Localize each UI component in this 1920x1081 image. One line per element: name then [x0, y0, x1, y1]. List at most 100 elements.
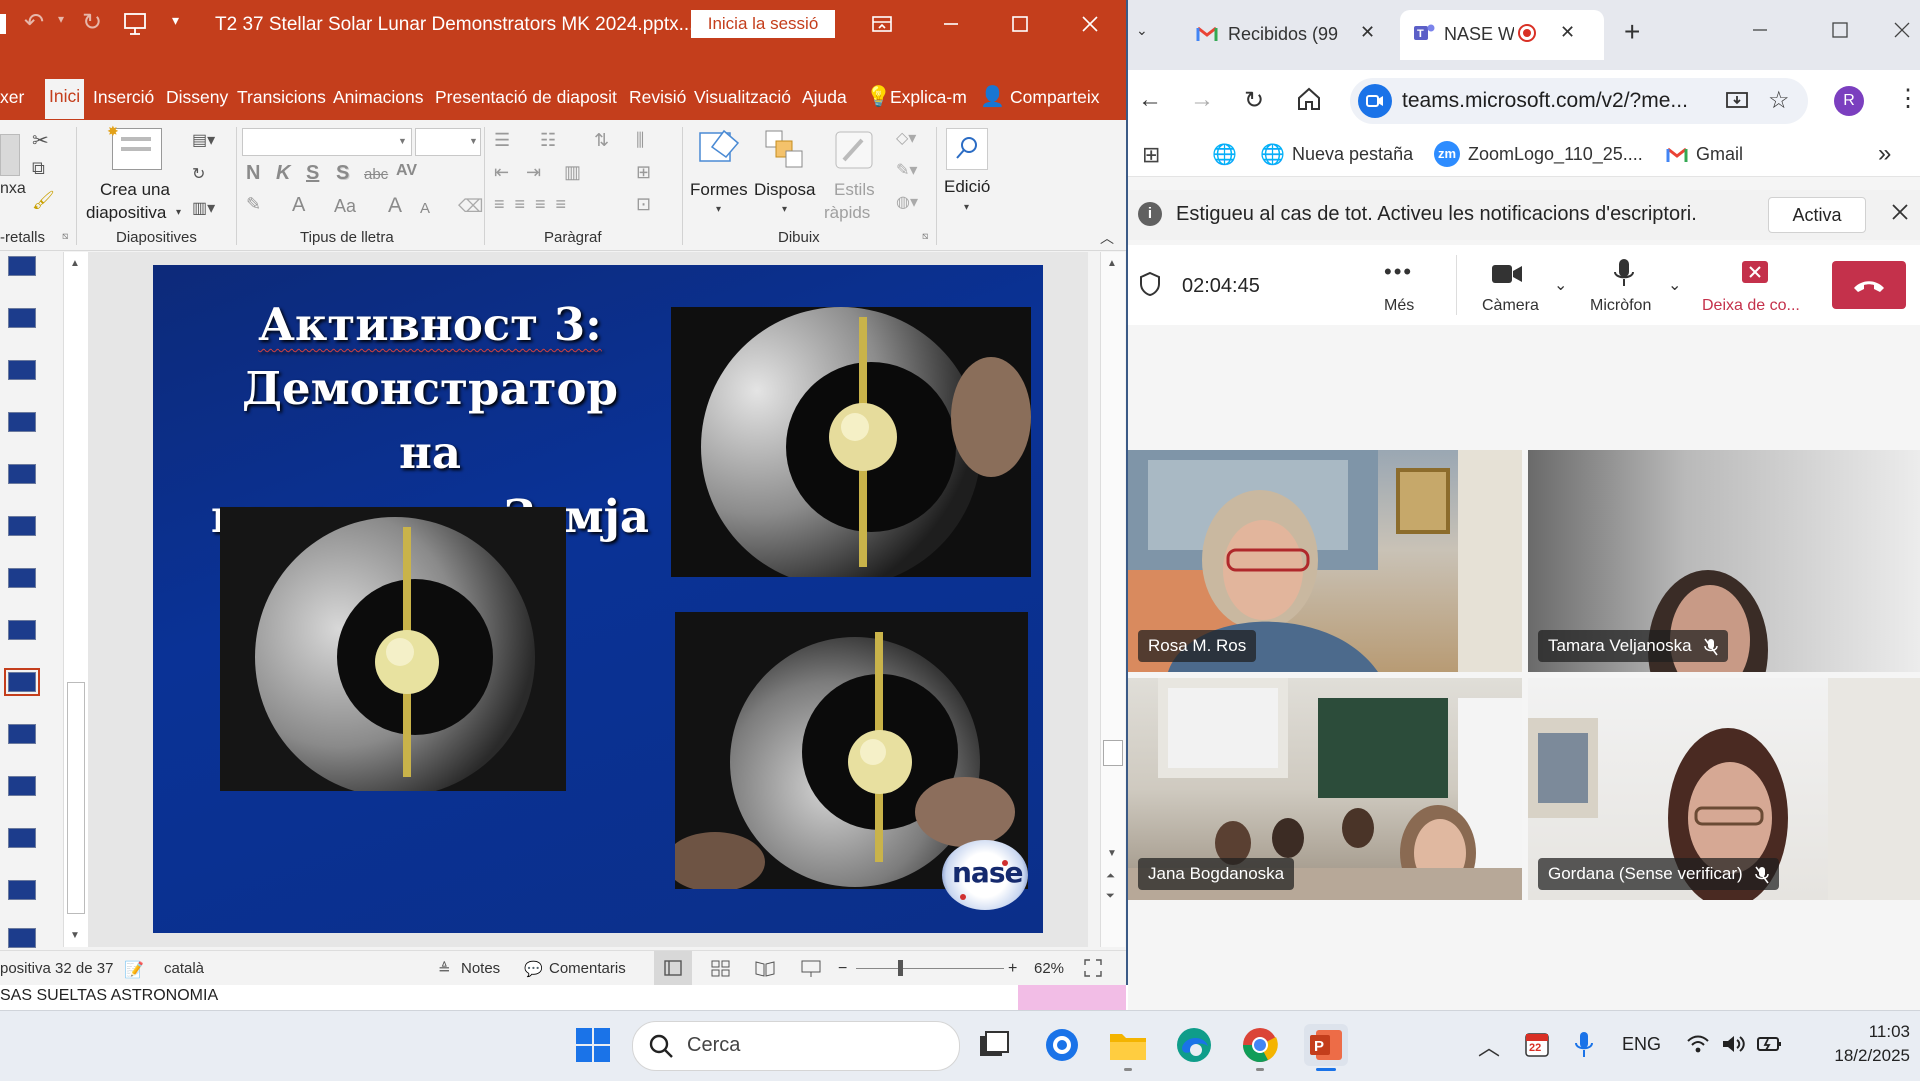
maximize-button[interactable] [1004, 8, 1036, 40]
profile-avatar[interactable]: R [1834, 86, 1864, 116]
battery-icon[interactable] [1756, 1034, 1784, 1054]
scrollbar-thumb[interactable] [1103, 740, 1123, 766]
font-color-button[interactable]: A [292, 194, 305, 217]
quick-styles-icon[interactable] [832, 128, 876, 172]
zoom-out-icon[interactable]: − [838, 960, 847, 978]
notes-icon[interactable]: ≜ [438, 960, 451, 978]
new-slide-label-2[interactable]: diapositiva [86, 203, 166, 223]
shield-icon[interactable] [1138, 271, 1162, 297]
shape-outline-icon[interactable]: ✎▾ [896, 160, 917, 180]
bookmark-zoomlogo[interactable]: ZoomLogo_110_25.... [1468, 144, 1643, 165]
change-case-button[interactable]: Aa [334, 196, 356, 217]
zoom-in-icon[interactable]: + [1008, 960, 1017, 978]
chevron-up-icon[interactable]: ︿ [1478, 1030, 1500, 1062]
customize-qat-icon[interactable]: ▾ [172, 12, 179, 29]
tab-view[interactable]: Visualització [694, 86, 791, 120]
shape-effects-icon[interactable]: ◍▾ [896, 192, 918, 212]
language-indicator[interactable]: català [164, 960, 204, 977]
columns-icon[interactable]: ▥ [564, 162, 581, 183]
zoom-slider[interactable] [856, 968, 1004, 969]
align-buttons-icon[interactable]: ≡≡≡≡ [494, 194, 576, 215]
demonstrator-photo-top-right[interactable] [671, 307, 1031, 577]
more-options-label[interactable]: Més [1384, 297, 1414, 315]
tab-help[interactable]: Ajuda [802, 86, 847, 120]
underline-button[interactable]: S [306, 162, 319, 185]
save-icon[interactable] [0, 14, 6, 34]
microphone-icon[interactable] [1574, 1030, 1594, 1060]
highlighter-icon[interactable]: ✎ [246, 194, 261, 215]
section-icon[interactable]: ▥▾ [192, 198, 215, 218]
shapes-label[interactable]: Formes [690, 180, 748, 200]
font-name-select[interactable] [242, 128, 412, 156]
undo-dropdown-icon[interactable]: ▾ [58, 12, 64, 26]
comments-button[interactable]: Comentaris [549, 960, 626, 977]
task-view-icon[interactable] [972, 1024, 1016, 1066]
slide-scrollbar[interactable]: ▲ ▼ ⏶ ⏷ [1100, 252, 1125, 947]
minimize-button[interactable] [935, 8, 967, 40]
slideshow-button[interactable] [798, 956, 824, 980]
dialog-launcher-icon[interactable]: ⧅ [922, 231, 928, 242]
chrome-icon[interactable] [1238, 1024, 1282, 1066]
clock-time[interactable]: 11:03 [1840, 1022, 1910, 1042]
reading-view-button[interactable] [752, 956, 778, 980]
microphone-label[interactable]: Micròfon [1590, 297, 1651, 315]
tab-gmail[interactable]: Recibidos (99 ✕ [1182, 10, 1402, 60]
volume-icon[interactable] [1720, 1032, 1746, 1056]
participant-tile[interactable]: Jana Bogdanoska [1128, 678, 1522, 900]
scroll-up-icon[interactable]: ▲ [1107, 258, 1117, 269]
format-painter-icon[interactable]: 🖌 [32, 190, 55, 211]
slide-thumbnail[interactable] [8, 464, 36, 484]
quick-styles-label-2[interactable]: ràpids [824, 203, 870, 223]
taskbar-search[interactable]: Cerca [632, 1021, 960, 1071]
tab-transitions[interactable]: Transicions [237, 86, 326, 120]
powerpoint-icon[interactable]: P [1304, 1024, 1348, 1066]
find-icon[interactable] [946, 128, 988, 170]
microphone-icon[interactable] [1612, 257, 1636, 289]
browser-shield-app-icon[interactable] [1040, 1024, 1084, 1066]
forward-icon[interactable]: → [1190, 86, 1214, 114]
edge-icon[interactable] [1172, 1024, 1216, 1066]
zoom-level[interactable]: 62% [1034, 960, 1064, 977]
site-info-icon[interactable] [1358, 84, 1392, 118]
slide-thumbnail[interactable] [8, 412, 36, 432]
tab-search-icon[interactable]: ⌄ [1136, 22, 1148, 39]
scrollbar-thumb[interactable] [67, 682, 85, 914]
tab-teams[interactable]: T NASE Wo ✕ [1400, 10, 1604, 60]
thumbnails-scrollbar[interactable]: ▲ ▼ [63, 252, 89, 947]
editing-label[interactable]: Edició [944, 177, 990, 197]
chevron-down-icon[interactable]: ⌄ [1668, 275, 1681, 295]
participant-tile[interactable]: Tamara Veljanoska [1528, 450, 1920, 672]
char-spacing-button[interactable]: AV [396, 162, 417, 180]
bookmark-gmail[interactable]: Gmail [1696, 144, 1743, 165]
clear-formatting-icon[interactable]: ⌫ [458, 196, 483, 217]
slide-thumbnail[interactable] [8, 828, 36, 848]
bookmark-new-tab[interactable]: Nueva pestaña [1292, 144, 1413, 165]
browser-menu-icon[interactable]: ⋮ [1896, 84, 1920, 113]
shrink-font-button[interactable]: A [420, 200, 430, 217]
text-direction-icon[interactable]: ⫼ [636, 130, 644, 151]
bullets-icon[interactable]: ☰ [494, 130, 510, 151]
demonstrator-photo-left[interactable] [220, 507, 566, 791]
italic-button[interactable]: K [276, 162, 290, 185]
slide-thumbnail[interactable] [8, 724, 36, 744]
smartart-icon[interactable]: ⊡ [636, 194, 651, 215]
layout-icon[interactable]: ▤▾ [192, 130, 215, 150]
sign-in-button[interactable]: Inicia la sessió [691, 10, 835, 38]
start-icon[interactable] [574, 1026, 612, 1064]
file-explorer-icon[interactable] [1106, 1024, 1150, 1066]
numbering-icon[interactable]: ☷ [540, 130, 556, 151]
ribbon-display-icon[interactable] [866, 8, 898, 40]
tab-tell-me[interactable]: Explica-m [890, 86, 967, 120]
zoom-slider-handle[interactable] [898, 960, 903, 976]
tab-file[interactable]: xer [0, 86, 24, 120]
slide-sorter-button[interactable] [708, 956, 734, 980]
calendar-icon[interactable]: 22 [1524, 1030, 1550, 1058]
slide-thumbnail[interactable] [8, 880, 36, 900]
next-slide-icon[interactable]: ⏷ [1106, 890, 1115, 903]
chevron-down-icon[interactable]: ⌄ [1554, 275, 1567, 295]
tab-slideshow[interactable]: Presentació de diaposit [435, 86, 617, 120]
close-icon[interactable] [1888, 200, 1912, 224]
new-slide-dropdown-icon[interactable]: ▾ [176, 207, 181, 218]
slide-thumbnail[interactable] [8, 308, 36, 328]
align-text-icon[interactable]: ⊞ [636, 162, 651, 183]
